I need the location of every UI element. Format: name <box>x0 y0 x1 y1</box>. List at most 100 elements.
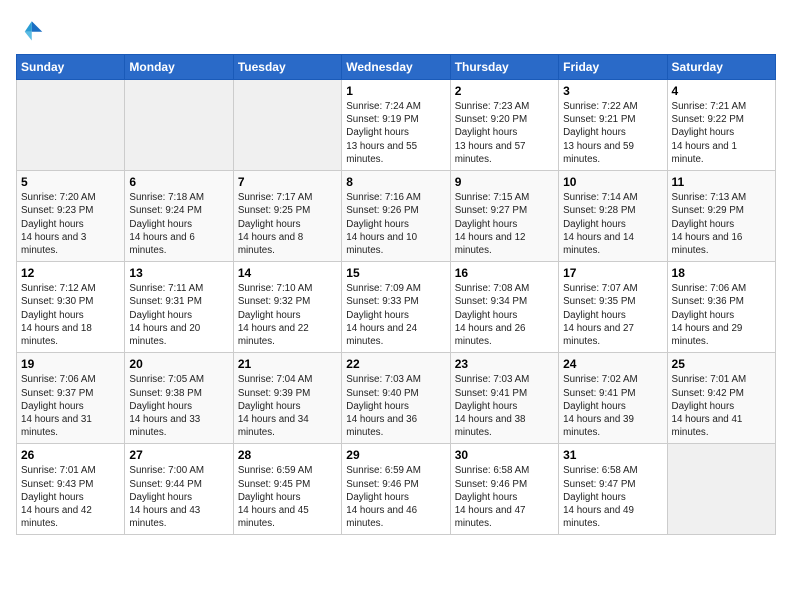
calendar-table: SundayMondayTuesdayWednesdayThursdayFrid… <box>16 54 776 535</box>
calendar-cell: 27 Sunrise: 7:00 AMSunset: 9:44 PMDayligh… <box>125 444 233 535</box>
calendar-cell <box>233 80 341 171</box>
day-number: 2 <box>455 84 554 98</box>
day-number: 16 <box>455 266 554 280</box>
logo <box>16 16 48 44</box>
cell-info: Sunrise: 6:59 AMSunset: 9:46 PMDaylight … <box>346 464 445 530</box>
day-number: 31 <box>563 448 662 462</box>
day-number: 28 <box>238 448 337 462</box>
day-number: 8 <box>346 175 445 189</box>
day-number: 30 <box>455 448 554 462</box>
weekday-header: Sunday <box>17 55 125 80</box>
calendar-cell: 21 Sunrise: 7:04 AMSunset: 9:39 PMDayligh… <box>233 353 341 444</box>
calendar-week-row: 19 Sunrise: 7:06 AMSunset: 9:37 PMDayligh… <box>17 353 776 444</box>
day-number: 23 <box>455 357 554 371</box>
calendar-cell: 15Sunrise: 7:09 AMSunset: 9:33 PMDayligh… <box>342 262 450 353</box>
calendar-cell: 10 Sunrise: 7:14 AMSunset: 9:28 PMDayligh… <box>559 171 667 262</box>
calendar-cell: 13Sunrise: 7:11 AMSunset: 9:31 PMDayligh… <box>125 262 233 353</box>
cell-info: Sunrise: 7:03 AMSunset: 9:40 PMDaylight … <box>346 373 445 439</box>
cell-info: Sunrise: 7:15 AMSunset: 9:27 PMDaylight … <box>455 191 554 257</box>
day-number: 27 <box>129 448 228 462</box>
calendar-cell: 14 Sunrise: 7:10 AMSunset: 9:32 PMDayligh… <box>233 262 341 353</box>
calendar-week-row: 12 Sunrise: 7:12 AMSunset: 9:30 PMDayligh… <box>17 262 776 353</box>
calendar-cell: 1Sunrise: 7:24 AMSunset: 9:19 PMDaylight… <box>342 80 450 171</box>
day-number: 12 <box>21 266 120 280</box>
cell-info: Sunrise: 7:04 AMSunset: 9:39 PMDaylight … <box>238 373 337 439</box>
weekday-header: Tuesday <box>233 55 341 80</box>
calendar-cell: 22 Sunrise: 7:03 AMSunset: 9:40 PMDayligh… <box>342 353 450 444</box>
page-header <box>16 16 776 44</box>
day-number: 19 <box>21 357 120 371</box>
cell-info: Sunrise: 7:18 AMSunset: 9:24 PMDaylight … <box>129 191 228 257</box>
day-number: 17 <box>563 266 662 280</box>
cell-info: Sunrise: 6:58 AMSunset: 9:47 PMDaylight … <box>563 464 662 530</box>
cell-info: Sunrise: 7:21 AMSunset: 9:22 PMDaylight … <box>672 100 771 166</box>
day-number: 7 <box>238 175 337 189</box>
cell-info: Sunrise: 7:06 AMSunset: 9:36 PMDaylight … <box>672 282 771 348</box>
cell-info: Sunrise: 6:59 AMSunset: 9:45 PMDaylight … <box>238 464 337 530</box>
cell-info: Sunrise: 7:23 AMSunset: 9:20 PMDaylight … <box>455 100 554 166</box>
day-number: 14 <box>238 266 337 280</box>
day-number: 21 <box>238 357 337 371</box>
day-number: 18 <box>672 266 771 280</box>
calendar-cell: 12 Sunrise: 7:12 AMSunset: 9:30 PMDayligh… <box>17 262 125 353</box>
calendar-cell: 6 Sunrise: 7:18 AMSunset: 9:24 PMDaylight… <box>125 171 233 262</box>
weekday-header: Monday <box>125 55 233 80</box>
day-number: 11 <box>672 175 771 189</box>
weekday-header: Wednesday <box>342 55 450 80</box>
calendar-cell: 8 Sunrise: 7:16 AMSunset: 9:26 PMDaylight… <box>342 171 450 262</box>
weekday-header: Thursday <box>450 55 558 80</box>
calendar-cell <box>17 80 125 171</box>
calendar-cell: 31 Sunrise: 6:58 AMSunset: 9:47 PMDayligh… <box>559 444 667 535</box>
cell-info: Sunrise: 7:09 AMSunset: 9:33 PMDaylight … <box>346 282 445 348</box>
cell-info: Sunrise: 7:02 AMSunset: 9:41 PMDaylight … <box>563 373 662 439</box>
day-number: 4 <box>672 84 771 98</box>
day-number: 6 <box>129 175 228 189</box>
day-number: 22 <box>346 357 445 371</box>
calendar-cell: 30Sunrise: 6:58 AMSunset: 9:46 PMDayligh… <box>450 444 558 535</box>
cell-info: Sunrise: 7:10 AMSunset: 9:32 PMDaylight … <box>238 282 337 348</box>
cell-info: Sunrise: 7:14 AMSunset: 9:28 PMDaylight … <box>563 191 662 257</box>
cell-info: Sunrise: 7:22 AMSunset: 9:21 PMDaylight … <box>563 100 662 166</box>
day-number: 1 <box>346 84 445 98</box>
day-number: 20 <box>129 357 228 371</box>
calendar-cell: 28 Sunrise: 6:59 AMSunset: 9:45 PMDayligh… <box>233 444 341 535</box>
calendar-cell: 19 Sunrise: 7:06 AMSunset: 9:37 PMDayligh… <box>17 353 125 444</box>
calendar-cell <box>667 444 775 535</box>
calendar-cell: 9 Sunrise: 7:15 AMSunset: 9:27 PMDaylight… <box>450 171 558 262</box>
cell-info: Sunrise: 7:01 AMSunset: 9:43 PMDaylight … <box>21 464 120 530</box>
calendar-cell: 26 Sunrise: 7:01 AMSunset: 9:43 PMDayligh… <box>17 444 125 535</box>
calendar-week-row: 5Sunrise: 7:20 AMSunset: 9:23 PMDaylight… <box>17 171 776 262</box>
calendar-cell: 29Sunrise: 6:59 AMSunset: 9:46 PMDayligh… <box>342 444 450 535</box>
calendar-cell: 5Sunrise: 7:20 AMSunset: 9:23 PMDaylight… <box>17 171 125 262</box>
day-number: 10 <box>563 175 662 189</box>
cell-info: Sunrise: 7:07 AMSunset: 9:35 PMDaylight … <box>563 282 662 348</box>
day-number: 26 <box>21 448 120 462</box>
calendar-cell: 2 Sunrise: 7:23 AMSunset: 9:20 PMDaylight… <box>450 80 558 171</box>
cell-info: Sunrise: 7:13 AMSunset: 9:29 PMDaylight … <box>672 191 771 257</box>
calendar-week-row: 1Sunrise: 7:24 AMSunset: 9:19 PMDaylight… <box>17 80 776 171</box>
cell-info: Sunrise: 7:00 AMSunset: 9:44 PMDaylight … <box>129 464 228 530</box>
weekday-header: Friday <box>559 55 667 80</box>
calendar-cell: 25Sunrise: 7:01 AMSunset: 9:42 PMDayligh… <box>667 353 775 444</box>
cell-info: Sunrise: 7:06 AMSunset: 9:37 PMDaylight … <box>21 373 120 439</box>
calendar-cell: 7 Sunrise: 7:17 AMSunset: 9:25 PMDaylight… <box>233 171 341 262</box>
calendar-cell: 20 Sunrise: 7:05 AMSunset: 9:38 PMDayligh… <box>125 353 233 444</box>
cell-info: Sunrise: 7:12 AMSunset: 9:30 PMDaylight … <box>21 282 120 348</box>
calendar-cell: 18 Sunrise: 7:06 AMSunset: 9:36 PMDayligh… <box>667 262 775 353</box>
cell-info: Sunrise: 7:01 AMSunset: 9:42 PMDaylight … <box>672 373 771 439</box>
calendar-cell: 3 Sunrise: 7:22 AMSunset: 9:21 PMDaylight… <box>559 80 667 171</box>
calendar-week-row: 26 Sunrise: 7:01 AMSunset: 9:43 PMDayligh… <box>17 444 776 535</box>
cell-info: Sunrise: 7:08 AMSunset: 9:34 PMDaylight … <box>455 282 554 348</box>
calendar-cell: 16 Sunrise: 7:08 AMSunset: 9:34 PMDayligh… <box>450 262 558 353</box>
calendar-cell <box>125 80 233 171</box>
cell-info: Sunrise: 7:05 AMSunset: 9:38 PMDaylight … <box>129 373 228 439</box>
day-number: 3 <box>563 84 662 98</box>
cell-info: Sunrise: 7:16 AMSunset: 9:26 PMDaylight … <box>346 191 445 257</box>
calendar-cell: 4 Sunrise: 7:21 AMSunset: 9:22 PMDaylight… <box>667 80 775 171</box>
calendar-cell: 17 Sunrise: 7:07 AMSunset: 9:35 PMDayligh… <box>559 262 667 353</box>
cell-info: Sunrise: 7:17 AMSunset: 9:25 PMDaylight … <box>238 191 337 257</box>
calendar-cell: 11 Sunrise: 7:13 AMSunset: 9:29 PMDayligh… <box>667 171 775 262</box>
day-number: 5 <box>21 175 120 189</box>
day-number: 24 <box>563 357 662 371</box>
day-number: 9 <box>455 175 554 189</box>
